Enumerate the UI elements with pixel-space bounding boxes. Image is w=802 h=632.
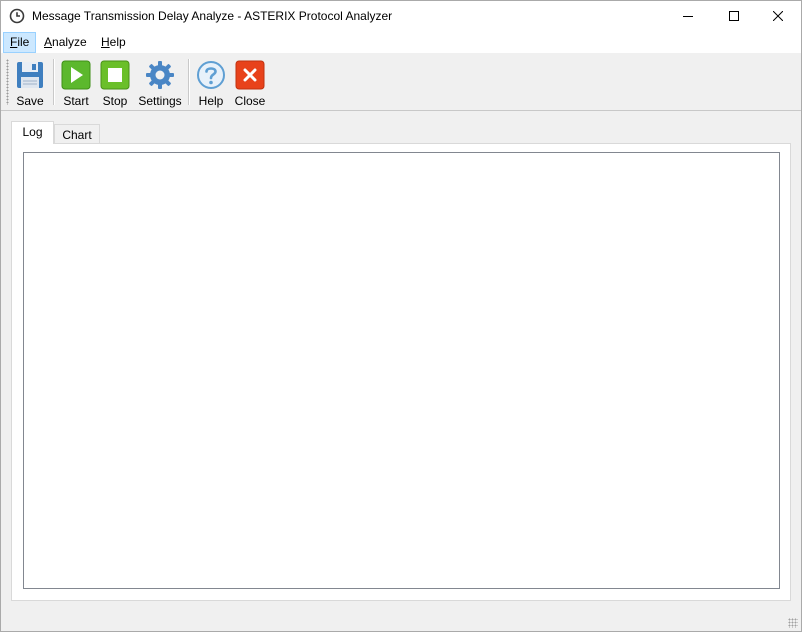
floppy-disk-icon — [17, 62, 43, 88]
tab-panel-log — [11, 143, 791, 601]
toolbar-separator — [188, 59, 190, 105]
help-button[interactable]: Help — [194, 57, 228, 108]
toolbar-grip[interactable] — [6, 59, 9, 105]
start-label: Start — [63, 94, 89, 108]
tab-chart[interactable]: Chart — [54, 124, 100, 144]
menu-analyze-label: nalyze — [52, 35, 87, 49]
maximize-icon — [729, 11, 739, 21]
clock-icon — [9, 8, 25, 24]
window-close-button[interactable] — [755, 1, 801, 32]
menu-file[interactable]: File — [3, 32, 36, 53]
start-button[interactable]: Start — [59, 57, 93, 108]
title-bar: Message Transmission Delay Analyze - AST… — [1, 1, 801, 32]
settings-button[interactable]: Settings — [137, 57, 183, 108]
menu-bar: File Analyze Help — [1, 32, 801, 53]
log-textbox[interactable] — [23, 152, 780, 589]
menu-analyze[interactable]: Analyze — [38, 32, 93, 53]
close-icon — [773, 11, 783, 21]
menu-help-accel: H — [101, 35, 110, 49]
tab-chart-label: Chart — [62, 128, 92, 142]
menu-file-label: ile — [17, 35, 30, 49]
gear-icon — [146, 61, 174, 89]
minimize-icon — [683, 16, 693, 17]
question-icon — [197, 61, 225, 89]
close-x-icon — [235, 60, 265, 90]
menu-help[interactable]: Help — [95, 32, 132, 53]
stop-button[interactable]: Stop — [98, 57, 132, 108]
toolbar-separator — [53, 59, 55, 105]
help-label: Help — [198, 94, 224, 108]
menu-help-label: elp — [109, 35, 126, 49]
toolbar: Save Start Stop Settings Help Close — [1, 53, 801, 111]
close-button[interactable]: Close — [232, 57, 268, 108]
stop-icon — [100, 60, 130, 90]
save-label: Save — [16, 94, 44, 108]
settings-label: Settings — [138, 94, 182, 108]
window-title: Message Transmission Delay Analyze - AST… — [32, 9, 393, 23]
minimize-button[interactable] — [665, 1, 711, 32]
save-button[interactable]: Save — [13, 57, 47, 108]
resize-grip[interactable] — [788, 618, 798, 628]
menu-analyze-accel: A — [44, 35, 53, 49]
stop-label: Stop — [102, 94, 128, 108]
play-icon — [61, 60, 91, 90]
app-window: Message Transmission Delay Analyze - AST… — [0, 0, 802, 632]
close-label: Close — [234, 94, 266, 108]
maximize-button[interactable] — [711, 1, 757, 32]
tab-log-label: Log — [22, 125, 43, 139]
tab-log[interactable]: Log — [11, 121, 54, 144]
